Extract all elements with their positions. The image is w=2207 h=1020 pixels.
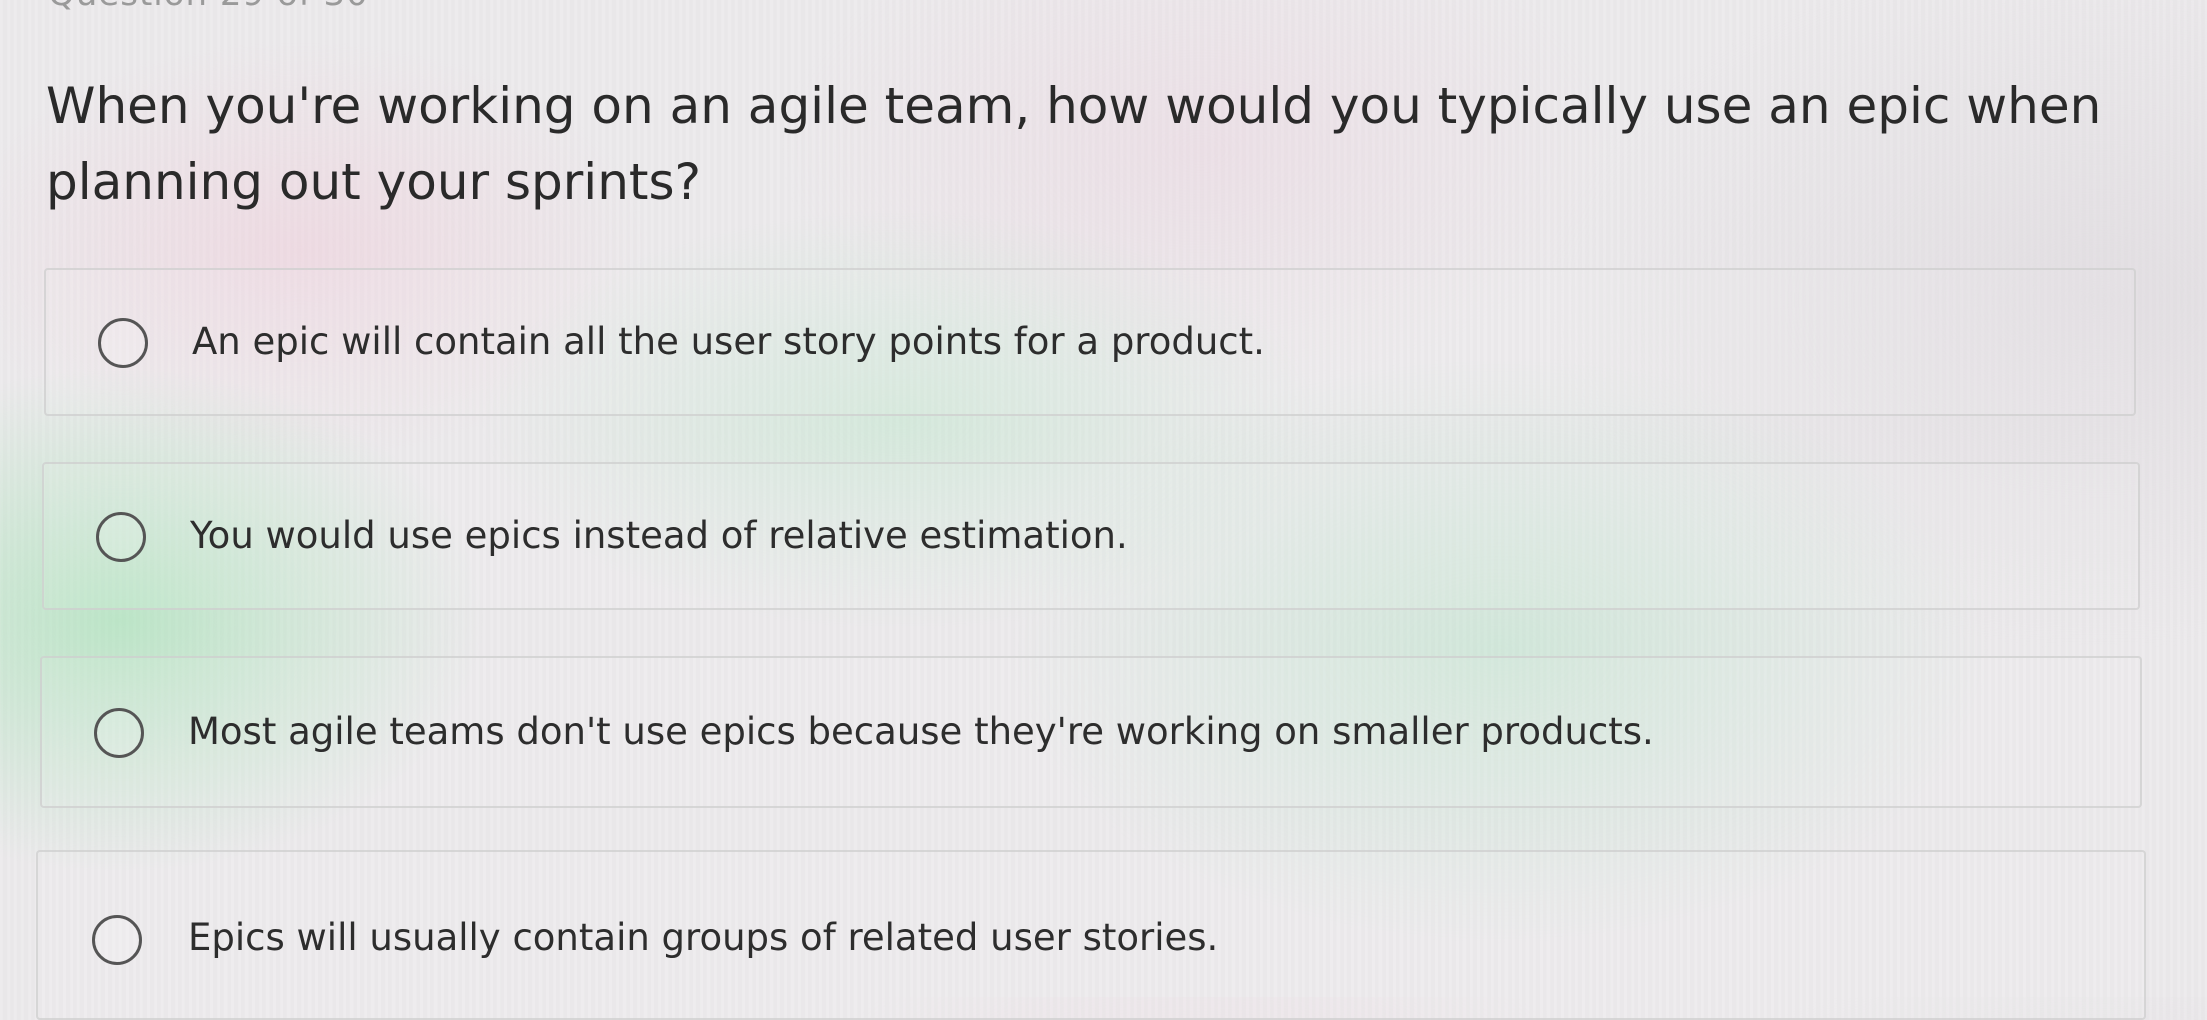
- radio-button-icon[interactable]: [96, 512, 146, 562]
- answer-option-label: Most agile teams don't use epics because…: [188, 710, 1654, 753]
- answer-option-label: You would use epics instead of relative …: [190, 514, 1128, 557]
- answer-option-4[interactable]: Epics will usually contain groups of rel…: [36, 850, 2146, 1020]
- answer-option-3[interactable]: Most agile teams don't use epics because…: [40, 656, 2142, 808]
- radio-button-icon[interactable]: [98, 318, 148, 368]
- answer-options: An epic will contain all the user story …: [0, 0, 2207, 1020]
- answer-option-2[interactable]: You would use epics instead of relative …: [42, 462, 2140, 610]
- answer-option-label: Epics will usually contain groups of rel…: [188, 916, 1219, 959]
- answer-option-label: An epic will contain all the user story …: [192, 320, 1265, 363]
- radio-button-icon[interactable]: [94, 708, 144, 758]
- answer-option-1[interactable]: An epic will contain all the user story …: [44, 268, 2136, 416]
- radio-button-icon[interactable]: [92, 915, 142, 965]
